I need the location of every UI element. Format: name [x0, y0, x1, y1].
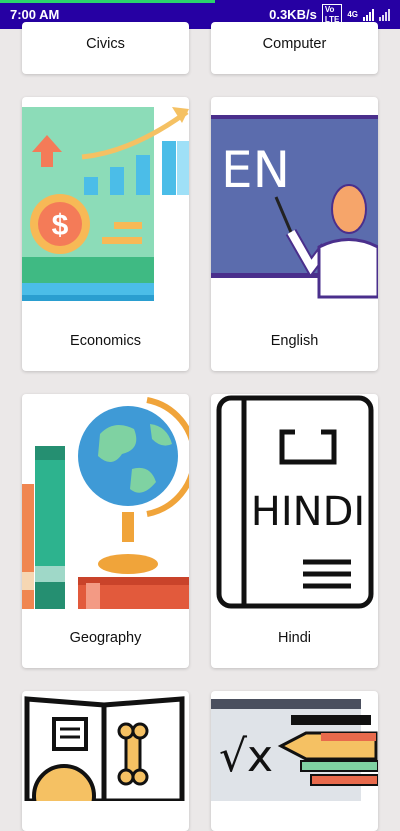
subject-card-computer[interactable]: Computer: [211, 22, 378, 74]
svg-text:√x: √x: [219, 731, 273, 782]
loading-progress-bar: [0, 0, 215, 3]
globe-books-icon: [22, 397, 189, 609]
svg-text:$: $: [52, 209, 69, 242]
subject-label: Geography: [69, 630, 142, 646]
subject-card-7[interactable]: [22, 691, 189, 831]
status-time: 7:00 AM: [10, 7, 60, 22]
subject-card-economics[interactable]: $ Economics: [22, 97, 189, 371]
subject-card-8[interactable]: √x: [211, 691, 378, 831]
network-speed: 0.3KB/s: [269, 7, 317, 22]
network-type: 4G: [347, 10, 358, 19]
subject-card-geography[interactable]: Geography: [22, 394, 189, 668]
open-book-bone-icon: [24, 696, 185, 801]
subject-label: Hindi: [277, 630, 312, 646]
english-teacher-icon: EN: [211, 115, 378, 299]
subject-card-hindi[interactable]: HINDI Hindi: [211, 394, 378, 668]
book-text: HINDI: [251, 489, 365, 535]
signal-icon: [363, 8, 374, 21]
subject-label: Computer: [262, 36, 327, 52]
board-text: EN: [221, 141, 290, 199]
economics-icon: $: [22, 107, 189, 301]
subject-label: English: [270, 333, 319, 349]
subject-card-civics[interactable]: Civics: [22, 22, 189, 74]
signal-icon: [379, 8, 390, 21]
subject-label: Civics: [86, 36, 125, 52]
subject-card-english[interactable]: EN English: [211, 97, 378, 371]
subject-label: Economics: [70, 333, 141, 349]
math-pencil-icon: √x: [211, 699, 378, 801]
hindi-book-icon: HINDI: [216, 395, 374, 609]
